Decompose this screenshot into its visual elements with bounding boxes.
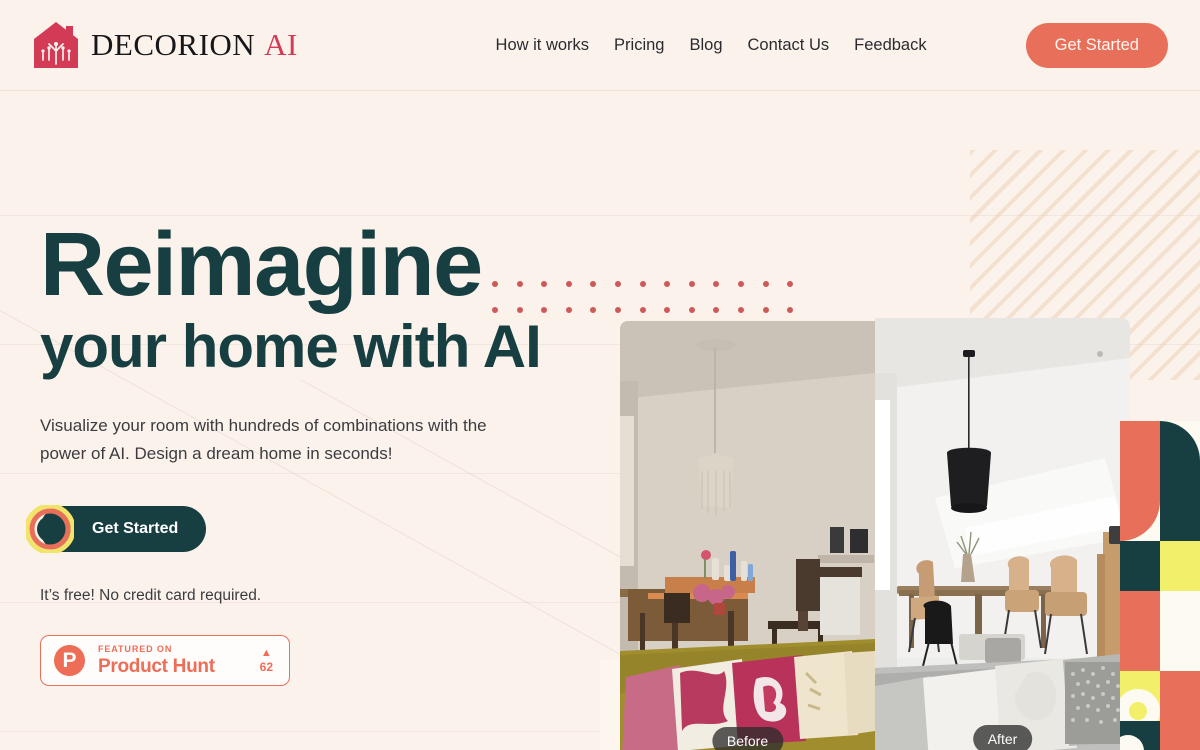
hero-subtext: Visualize your room with hundreds of com… — [40, 416, 487, 464]
after-label: After — [972, 725, 1033, 750]
decorative-dot — [664, 281, 671, 287]
decorative-dot — [516, 281, 523, 287]
hero-get-started-button[interactable]: Get Started — [26, 505, 207, 554]
nav-item-how-it-works[interactable]: How it works — [496, 36, 590, 55]
upvote-triangle-icon: ▲ — [260, 647, 272, 660]
decorative-dot — [590, 307, 597, 313]
decorative-dot — [565, 307, 572, 313]
concentric-arcs-icon — [26, 505, 74, 554]
decorative-dot — [787, 307, 794, 313]
decorative-dot — [688, 281, 695, 287]
decorative-dot — [713, 281, 720, 287]
hero-section: Reimagine your home with AI Visualize yo… — [0, 91, 1200, 750]
decorative-dot — [492, 281, 498, 287]
before-image: Before — [620, 321, 875, 750]
decorative-dot — [737, 281, 744, 287]
decorative-dot — [590, 281, 597, 287]
decorative-dot — [639, 307, 646, 313]
nav-item-feedback[interactable]: Feedback — [854, 36, 926, 55]
decorative-dot — [713, 307, 720, 313]
nav-item-contact-us[interactable]: Contact Us — [748, 36, 830, 55]
before-after-comparison[interactable]: Before After — [620, 318, 1130, 750]
before-label: Before — [711, 727, 784, 750]
product-hunt-logo-icon: P — [54, 645, 85, 677]
decorative-dot — [541, 307, 548, 313]
bauhaus-pattern-right — [1120, 421, 1200, 750]
decorative-dot — [737, 307, 744, 313]
after-image: After — [875, 318, 1130, 750]
decorative-dots-pattern — [492, 281, 812, 313]
decorative-dot — [787, 281, 794, 287]
decorative-dot — [492, 307, 498, 313]
product-hunt-name: Product Hunt — [98, 656, 215, 678]
decorative-dot — [516, 307, 523, 313]
decorative-dot — [639, 281, 646, 287]
decorative-dot — [664, 307, 671, 313]
decorative-dot — [762, 281, 769, 287]
decorative-dot — [614, 281, 621, 287]
nav-item-blog[interactable]: Blog — [689, 36, 722, 55]
hero-cta-label: Get Started — [92, 520, 179, 538]
after-room-illustration — [875, 318, 1130, 750]
free-note: It’s free! No credit card required. — [40, 587, 262, 605]
decorative-dot — [688, 307, 695, 313]
decorative-dot — [614, 307, 621, 313]
decorative-dot — [565, 281, 572, 287]
main-navigation: How it works Pricing Blog Contact Us Fee… — [496, 22, 1168, 68]
product-hunt-badge[interactable]: P FEATURED ON Product Hunt ▲ 62 — [40, 635, 290, 687]
brand-accent: AI — [264, 27, 298, 62]
brand-wordmark: DECORION AI — [91, 27, 298, 63]
product-hunt-vote-count: 62 — [259, 660, 273, 675]
product-hunt-featured-label: FEATURED ON — [98, 644, 173, 655]
decorative-dot — [762, 307, 769, 313]
site-header: DECORION AI How it works Pricing Blog Co… — [0, 0, 1200, 91]
header-get-started-button[interactable]: Get Started — [1025, 22, 1168, 68]
brand-name: DECORION — [91, 27, 256, 62]
brand-logo[interactable]: DECORION AI — [32, 20, 298, 70]
product-hunt-vote-block[interactable]: ▲ 62 — [259, 647, 273, 675]
product-hunt-text: FEATURED ON Product Hunt — [98, 644, 215, 678]
hero-headline-line2: your home with AI — [40, 313, 542, 381]
before-room-illustration — [620, 321, 875, 750]
house-circuit-icon — [34, 22, 78, 68]
nav-item-pricing[interactable]: Pricing — [614, 36, 664, 55]
decorative-dot — [541, 281, 548, 287]
